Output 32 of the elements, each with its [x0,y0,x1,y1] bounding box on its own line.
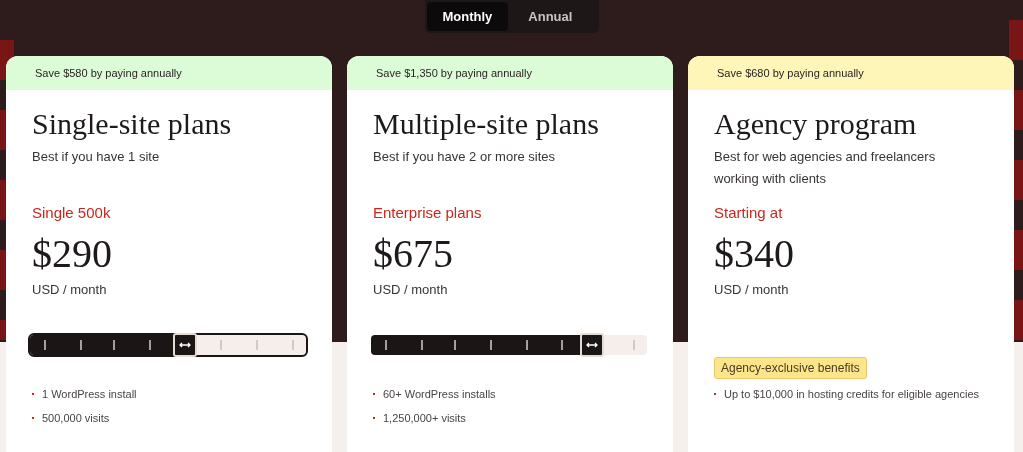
price-period: USD / month [32,281,108,299]
price-period: USD / month [373,281,449,299]
price: $340 [714,230,795,278]
price: $675 [373,230,454,278]
feature-text: 500,000 visits [42,411,110,426]
price: $290 [32,230,113,278]
plan-subtitle: Best if you have 2 or more sites [373,148,557,166]
slider-handle[interactable] [172,333,197,357]
savings-banner: Save $580 by paying annually [6,56,332,90]
plan-label: Starting at [714,203,784,223]
plan-label: Enterprise plans [373,203,483,223]
plan-title: Agency program [714,106,918,142]
plan-slider[interactable] [371,335,647,355]
plan-subtitle: Best for web agencies and freelancers working with clients [714,148,937,188]
savings-banner: Save $680 by paying annually [688,56,1014,90]
plan-subtitle: Best if you have 1 site [32,148,161,166]
plan-title: Single-site plans [32,106,233,142]
billing-tab[interactable]: Annual [512,2,589,31]
slider-handle[interactable] [579,333,604,357]
plan-slider[interactable] [30,335,306,355]
feature-text: 60+ WordPress installs [383,387,496,402]
plan-title: Multiple-site plans [373,106,600,142]
savings-banner: Save $1,350 by paying annually [347,56,673,90]
feature-text: 1 WordPress install [42,387,137,402]
billing-tab[interactable]: Monthly [426,2,509,31]
feature-text: 1,250,000+ visits [383,411,466,426]
price-period: USD / month [714,281,790,299]
resize-arrows-icon [585,341,598,349]
plan-label: Single 500k [32,203,112,223]
feature-text: Up to $10,000 in hosting credits for eligible agencies [724,387,979,402]
resize-arrows-icon [178,341,191,349]
benefits-badge: Agency-exclusive benefits [714,357,867,379]
